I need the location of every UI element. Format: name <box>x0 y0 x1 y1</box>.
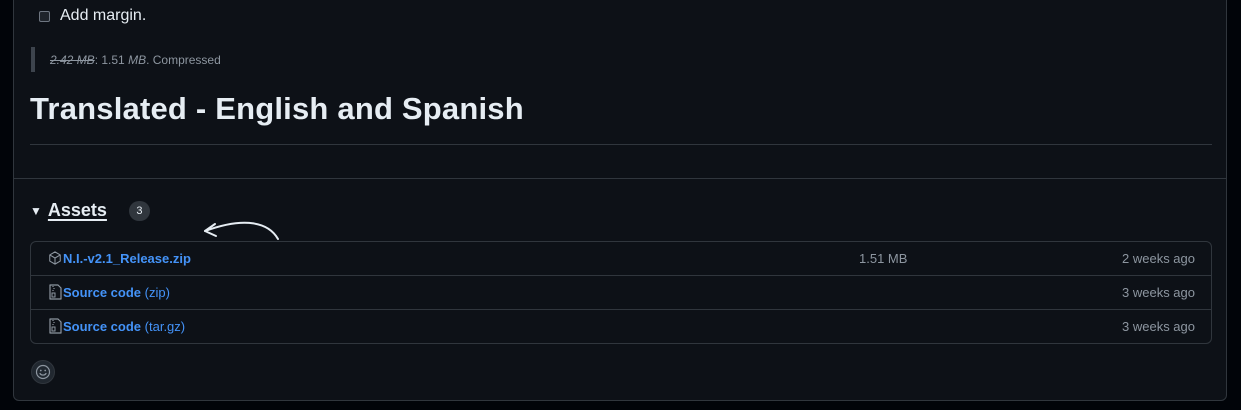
asset-row: Source code (zip) 3 weeks ago <box>31 276 1211 310</box>
asset-format[interactable]: (zip) <box>145 285 170 300</box>
asset-name[interactable]: Source code <box>63 319 141 334</box>
original-size: 2.42 MB <box>50 52 95 67</box>
package-icon <box>49 251 61 265</box>
compression-status: . Compressed <box>146 52 221 67</box>
asset-date: 3 weeks ago <box>1122 285 1195 300</box>
release-card: Add margin. 2.42 MB: 1.51 MB. Compressed… <box>13 0 1227 401</box>
asset-link[interactable]: Source code (tar.gz) <box>63 319 185 334</box>
asset-size: 1.51 MB <box>859 251 908 266</box>
smiley-icon <box>35 364 51 380</box>
asset-row: N.I.-v2.1_Release.zip 1.51 MB 2 weeks ag… <box>31 242 1211 276</box>
assets-toggle[interactable]: ▼ Assets 3 <box>30 200 150 221</box>
file-zip-icon <box>49 318 62 334</box>
file-zip-icon <box>49 284 62 300</box>
asset-date: 3 weeks ago <box>1122 319 1195 334</box>
asset-link[interactable]: N.I.-v2.1_Release.zip <box>63 251 191 266</box>
asset-row: Source code (tar.gz) 3 weeks ago <box>31 310 1211 343</box>
assets-count-badge: 3 <box>128 200 150 221</box>
size-separator: : <box>94 52 102 67</box>
compressed-unit: MB <box>128 52 147 67</box>
section-divider <box>14 178 1226 179</box>
add-margin-label: Add margin. <box>60 7 147 24</box>
annotation-arrow-icon <box>204 221 279 240</box>
add-margin-option[interactable]: Add margin. <box>39 7 146 25</box>
release-title: Translated - English and Spanish <box>30 91 524 126</box>
asset-link[interactable]: Source code (zip) <box>63 285 170 300</box>
asset-name[interactable]: Source code <box>63 285 141 300</box>
assets-list: N.I.-v2.1_Release.zip 1.51 MB 2 weeks ag… <box>30 241 1212 344</box>
title-divider <box>30 144 1212 145</box>
asset-format[interactable]: (tar.gz) <box>145 319 185 334</box>
asset-name[interactable]: N.I.-v2.1_Release.zip <box>63 251 191 266</box>
disclosure-triangle-icon: ▼ <box>30 203 42 218</box>
asset-date: 2 weeks ago <box>1122 251 1195 266</box>
compressed-size: 1.51 <box>101 52 125 67</box>
assets-heading: Assets <box>47 200 107 220</box>
compression-note: 2.42 MB: 1.51 MB. Compressed <box>31 47 221 72</box>
add-margin-checkbox[interactable] <box>39 10 50 22</box>
add-reaction-button[interactable] <box>31 360 55 384</box>
